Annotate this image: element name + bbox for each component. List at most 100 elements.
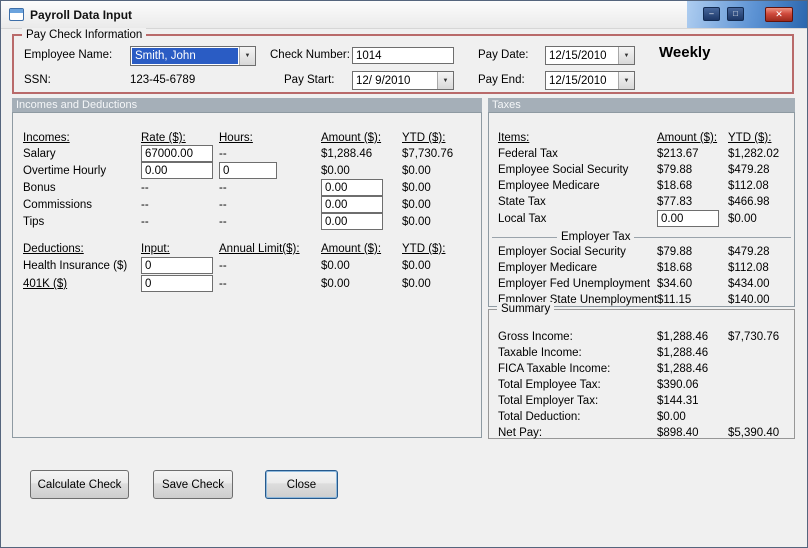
chevron-down-icon[interactable]: ▼ xyxy=(437,72,453,89)
rate-value: -- xyxy=(141,216,149,228)
save-check-button[interactable]: Save Check xyxy=(153,470,233,499)
summary-row-net-pay: Net Pay: $898.40 $5,390.40 xyxy=(489,426,794,442)
payroll-window: Payroll Data Input – □ ✕ Pay Check Infor… xyxy=(0,0,808,548)
col-header-incomes: Incomes: xyxy=(23,132,70,144)
summary-row-total-deduction: Total Deduction: $0.00 xyxy=(489,410,794,426)
amount-value: $0.00 xyxy=(657,411,686,423)
pay-frequency-label: Weekly xyxy=(659,44,711,61)
amount-value: $77.83 xyxy=(657,196,693,208)
pay-start-value: 12/ 9/2010 xyxy=(356,74,411,87)
ytd-value: $0.00 xyxy=(402,182,431,194)
overtime-rate-input[interactable] xyxy=(141,162,213,179)
local-tax-input[interactable] xyxy=(657,210,719,227)
ytd-value: $112.08 xyxy=(728,262,769,274)
check-number-input[interactable] xyxy=(352,47,454,64)
rate-value: -- xyxy=(141,199,149,211)
minimize-button[interactable]: – xyxy=(703,7,720,21)
row-label: Total Employer Tax: xyxy=(498,395,599,407)
amount-value: $18.68 xyxy=(657,262,693,274)
summary-group-label: Summary xyxy=(497,302,555,316)
col-header-ytd: YTD ($): xyxy=(728,132,772,144)
ytd-value: $140.00 xyxy=(728,294,770,306)
deduction-row-401k: 401K ($) -- $0.00 $0.00 xyxy=(13,275,481,293)
pay-date-picker[interactable]: 12/15/2010 ▼ xyxy=(545,46,635,65)
maximize-button[interactable]: □ xyxy=(727,7,744,21)
summary-row-total-employee-tax: Total Employee Tax: $390.06 xyxy=(489,378,794,394)
ytd-value: $0.00 xyxy=(728,213,757,225)
tax-row-federal: Federal Tax $213.67 $1,282.02 xyxy=(489,147,794,163)
income-row-tips: Tips -- -- $0.00 xyxy=(13,213,481,231)
employer-tax-group-label: Employer Tax xyxy=(557,230,635,244)
row-label: Gross Income: xyxy=(498,331,573,343)
amount-value: $0.00 xyxy=(321,165,350,177)
taxes-section-header: Taxes xyxy=(488,98,795,112)
col-header-amount: Amount ($): xyxy=(321,132,382,144)
deduction-row-health-insurance: Health Insurance ($) -- $0.00 $0.00 xyxy=(13,257,481,275)
close-icon: ✕ xyxy=(775,9,783,19)
row-label: Commissions xyxy=(23,199,93,211)
calculate-check-button[interactable]: Calculate Check xyxy=(30,470,129,499)
pay-date-value: 12/15/2010 xyxy=(549,49,607,62)
pay-end-value: 12/15/2010 xyxy=(549,74,607,87)
employee-name-select[interactable]: Smith, John ▼ xyxy=(130,46,256,66)
tax-row-local: Local Tax $0.00 xyxy=(489,210,794,228)
chevron-down-icon[interactable]: ▼ xyxy=(618,47,634,64)
pay-end-label: Pay End: xyxy=(478,74,525,86)
employer-tax-separator: Employer Tax xyxy=(489,230,794,246)
ssn-label: SSN: xyxy=(24,74,51,86)
col-header-amount: Amount ($): xyxy=(321,243,382,255)
tax-row-employee-medicare: Employee Medicare $18.68 $112.08 xyxy=(489,179,794,195)
row-label: Taxable Income: xyxy=(498,347,582,359)
ytd-value: $0.00 xyxy=(402,216,431,228)
health-insurance-input[interactable] xyxy=(141,257,213,274)
client-area: Pay Check Information Employee Name: Smi… xyxy=(1,28,807,547)
ytd-value: $0.00 xyxy=(402,165,431,177)
summary-group: Summary Gross Income: $1,288.46 $7,730.7… xyxy=(488,302,795,442)
amount-value: $0.00 xyxy=(321,260,350,272)
tax-row-employer-medicare: Employer Medicare $18.68 $112.08 xyxy=(489,261,794,277)
row-label: Total Deduction: xyxy=(498,411,581,423)
row-label: FICA Taxable Income: xyxy=(498,363,611,375)
ytd-value: $7,730.76 xyxy=(728,331,780,343)
limit-value: -- xyxy=(219,260,227,272)
amount-value: $1,288.46 xyxy=(321,148,373,160)
row-label: Salary xyxy=(23,148,56,160)
401k-input[interactable] xyxy=(141,275,213,292)
amount-value: $11.15 xyxy=(657,294,692,306)
paycheck-info-group-label: Pay Check Information xyxy=(22,28,147,42)
amount-value: $79.88 xyxy=(657,246,693,258)
tax-row-state: State Tax $77.83 $466.98 xyxy=(489,195,794,211)
row-label-401k-link[interactable]: 401K ($) xyxy=(23,277,67,291)
amount-value: $213.67 xyxy=(657,148,699,160)
tax-row-employer-fed-unemployment: Employer Fed Unemployment $34.60 $434.00 xyxy=(489,277,794,293)
ytd-value: $0.00 xyxy=(402,278,431,290)
pay-end-picker[interactable]: 12/15/2010 ▼ xyxy=(545,71,635,90)
pay-start-label: Pay Start: xyxy=(284,74,335,86)
summary-row-gross: Gross Income: $1,288.46 $7,730.76 xyxy=(489,330,794,346)
amount-value: $1,288.46 xyxy=(657,347,709,359)
amount-value: $1,288.46 xyxy=(657,331,709,343)
row-label: Local Tax xyxy=(498,213,547,225)
row-label: Employer Medicare xyxy=(498,262,598,274)
row-label: Employer Social Security xyxy=(498,246,626,258)
row-label: Employer Fed Unemployment xyxy=(498,278,651,290)
tips-amount-input[interactable] xyxy=(321,213,383,230)
overtime-hours-input[interactable] xyxy=(219,162,277,179)
col-header-ytd: YTD ($): xyxy=(402,243,446,255)
row-label: Overtime Hourly xyxy=(23,165,107,177)
amount-value: $898.40 xyxy=(657,427,699,439)
chevron-down-icon[interactable]: ▼ xyxy=(618,72,634,89)
separator-line xyxy=(492,237,791,238)
window-title: Payroll Data Input xyxy=(30,7,133,22)
app-icon xyxy=(9,8,24,21)
window-close-button[interactable]: ✕ xyxy=(765,7,793,22)
hours-value: -- xyxy=(219,216,227,228)
salary-rate-input[interactable] xyxy=(141,145,213,162)
pay-start-picker[interactable]: 12/ 9/2010 ▼ xyxy=(352,71,454,90)
titlebar[interactable]: Payroll Data Input – □ ✕ xyxy=(1,1,807,29)
commissions-amount-input[interactable] xyxy=(321,196,383,213)
close-dialog-button[interactable]: Close xyxy=(265,470,338,499)
chevron-down-icon[interactable]: ▼ xyxy=(239,47,255,65)
bonus-amount-input[interactable] xyxy=(321,179,383,196)
rate-value: -- xyxy=(141,182,149,194)
